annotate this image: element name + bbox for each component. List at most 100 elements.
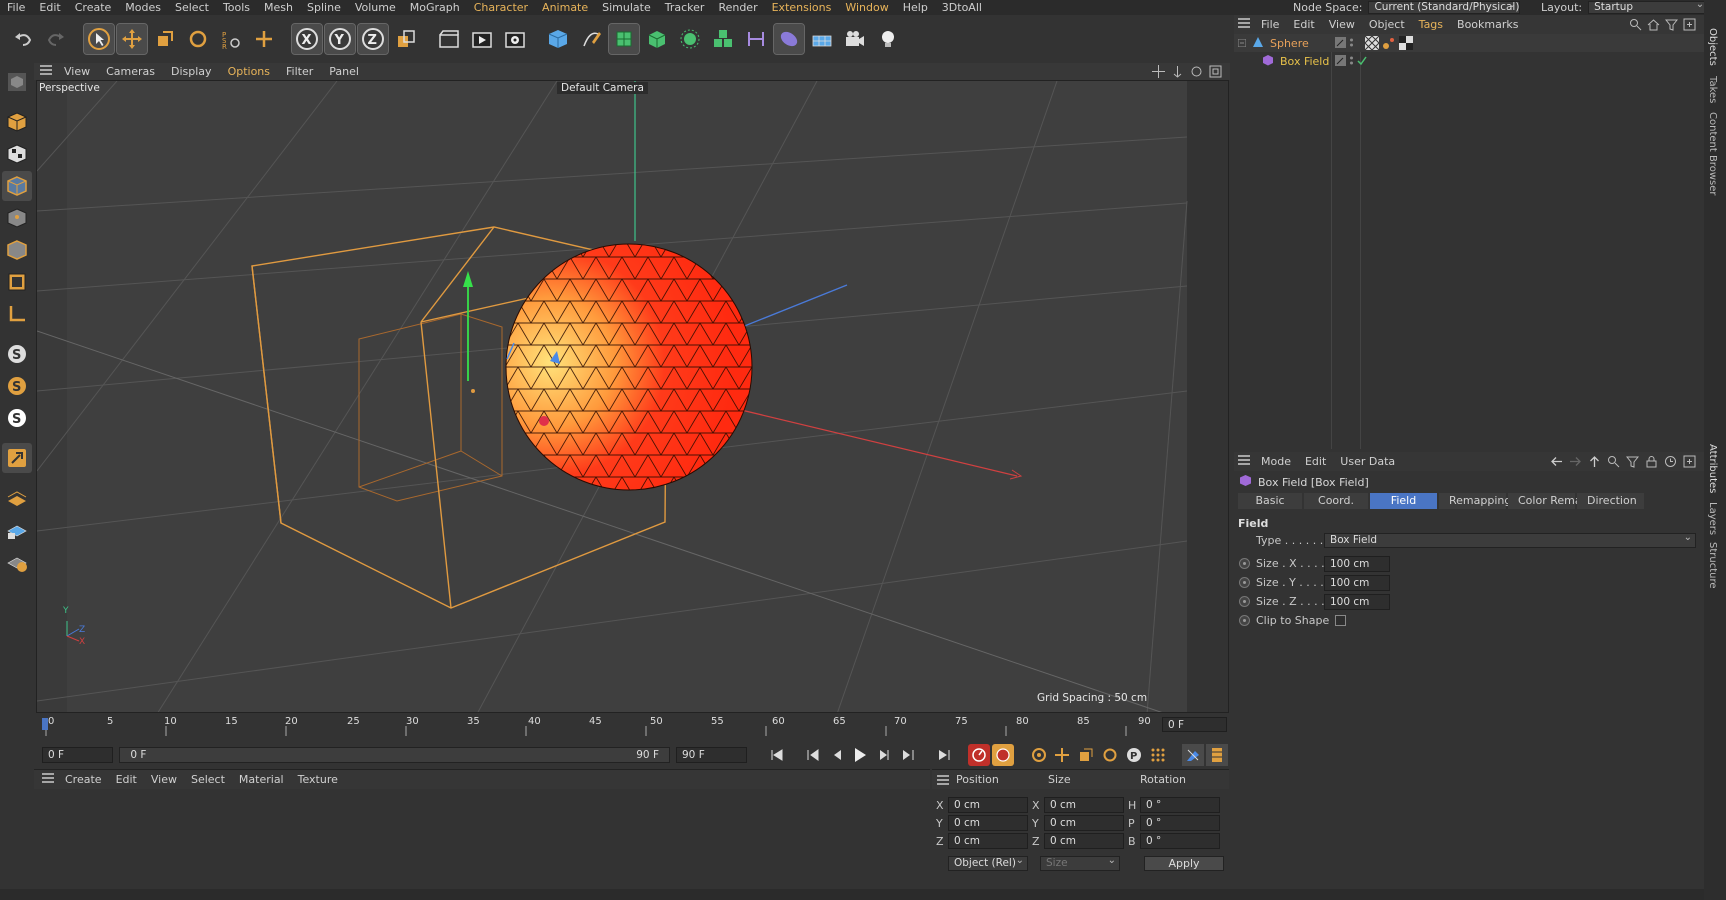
position-z-field[interactable]: 0 cm	[948, 833, 1028, 849]
key-parameter-icon[interactable]: P	[1123, 744, 1145, 766]
objects-menu-view[interactable]: View	[1322, 18, 1362, 31]
key-position-icon[interactable]	[1052, 744, 1074, 766]
menu-character[interactable]: Character	[467, 0, 535, 15]
size-y-input[interactable]: 100 cm	[1324, 574, 1390, 591]
cube-object-icon[interactable]	[543, 24, 573, 54]
filter-icon[interactable]	[1626, 455, 1639, 468]
objects-menu-edit[interactable]: Edit	[1286, 18, 1321, 31]
objects-menu-bookmarks[interactable]: Bookmarks	[1450, 18, 1525, 31]
layout-select[interactable]: Startup	[1588, 0, 1709, 14]
viewport-menu-display[interactable]: Display	[163, 65, 220, 78]
render-picture-viewer-icon[interactable]	[467, 24, 497, 54]
next-key-icon[interactable]	[897, 744, 919, 766]
key-rotation-icon[interactable]	[1099, 744, 1121, 766]
keyframe-radio-icon[interactable]	[1239, 577, 1250, 588]
side-tab-content-browser[interactable]: Content Browser	[1707, 112, 1718, 195]
search-icon[interactable]	[1629, 18, 1642, 31]
workplane-snap-icon[interactable]: S	[2, 403, 32, 433]
tab-remapping[interactable]: Remapping	[1439, 493, 1511, 509]
pen-spline-icon[interactable]	[576, 24, 606, 54]
menu-mograph[interactable]: MoGraph	[403, 0, 467, 15]
clip-to-shape-checkbox[interactable]	[1335, 615, 1347, 626]
node-space-select[interactable]: Current (Standard/Physical)	[1368, 0, 1521, 14]
size-z-input[interactable]: 100 cm	[1324, 593, 1390, 610]
scale-tool-icon[interactable]	[150, 24, 180, 54]
forward-arrow-icon[interactable]	[1569, 455, 1582, 468]
new-window-icon[interactable]	[1683, 455, 1696, 468]
hamburger-icon[interactable]	[937, 775, 949, 788]
object-row-sphere[interactable]: Sphere	[1234, 34, 1704, 52]
keyframe-radio-icon[interactable]	[1239, 615, 1250, 626]
redo-icon[interactable]	[41, 24, 71, 54]
timeline-ruler[interactable]: 0 5 10 15 20 25 30 35 40 45 50 55 60 65 …	[36, 714, 1229, 736]
menu-tracker[interactable]: Tracker	[658, 0, 712, 15]
size-z-field[interactable]: 0 cm	[1044, 833, 1124, 849]
coordinate-mode-select[interactable]: Object (Rel)	[948, 854, 1028, 871]
edges-mode-icon[interactable]	[2, 235, 32, 265]
new-window-icon[interactable]	[1683, 18, 1696, 31]
keyframe-radio-icon[interactable]	[1239, 558, 1250, 569]
next-frame-icon[interactable]	[873, 744, 895, 766]
home-icon[interactable]	[1647, 18, 1660, 31]
size-mode-select[interactable]: Size	[1040, 854, 1120, 871]
hamburger-icon[interactable]	[42, 773, 54, 786]
render-view-icon[interactable]	[434, 24, 464, 54]
menu-window[interactable]: Window	[838, 0, 895, 15]
light-icon[interactable]	[873, 24, 903, 54]
film-strip-icon[interactable]	[1206, 744, 1228, 766]
solo-mode-icon[interactable]	[2, 547, 32, 577]
attributes-menu-mode[interactable]: Mode	[1254, 455, 1298, 468]
material-menu-view[interactable]: View	[144, 773, 184, 786]
apply-button[interactable]: Apply	[1144, 856, 1224, 871]
add-tool-icon[interactable]	[249, 24, 279, 54]
menu-mesh[interactable]: Mesh	[257, 0, 300, 15]
objects-menu-file[interactable]: File	[1254, 18, 1286, 31]
cloner-icon[interactable]	[675, 24, 705, 54]
x-axis-lock-icon[interactable]: X	[290, 23, 323, 55]
position-y-field[interactable]: 0 cm	[948, 815, 1028, 831]
start-frame-field[interactable]: 0 F	[42, 747, 114, 763]
up-arrow-icon[interactable]	[1588, 455, 1601, 468]
go-to-start-icon[interactable]	[766, 744, 788, 766]
points-mode-icon[interactable]	[2, 203, 32, 233]
tweak-mode-icon[interactable]	[2, 443, 32, 473]
viewport-menu-cameras[interactable]: Cameras	[98, 65, 163, 78]
undo-icon[interactable]	[8, 24, 38, 54]
mograph-cloner-icon[interactable]	[708, 24, 738, 54]
menu-animate[interactable]: Animate	[535, 0, 595, 15]
search-icon[interactable]	[1607, 455, 1620, 468]
size-x-field[interactable]: 0 cm	[1044, 797, 1124, 813]
snap-settings-icon[interactable]: S	[2, 371, 32, 401]
material-menu-create[interactable]: Create	[58, 773, 109, 786]
visibility-dots-icon[interactable]	[1349, 37, 1354, 48]
menu-select[interactable]: Select	[168, 0, 216, 15]
side-tab-takes[interactable]: Takes	[1707, 76, 1718, 103]
menu-spline[interactable]: Spline	[300, 0, 348, 15]
model-mode-icon[interactable]	[2, 107, 32, 137]
go-to-end-icon[interactable]	[933, 744, 955, 766]
extrude-icon[interactable]	[642, 24, 672, 54]
side-tab-attributes[interactable]: Attributes	[1707, 444, 1718, 493]
objects-menu-object[interactable]: Object	[1362, 18, 1412, 31]
menu-create[interactable]: Create	[68, 0, 119, 15]
hamburger-icon[interactable]	[1238, 455, 1250, 468]
menu-edit[interactable]: Edit	[32, 0, 67, 15]
timeline-settings-icon[interactable]	[1182, 744, 1205, 766]
side-tab-objects[interactable]: Objects	[1707, 28, 1718, 66]
hamburger-icon[interactable]	[40, 65, 52, 78]
key-scale-icon[interactable]	[1075, 744, 1097, 766]
make-editable-icon[interactable]	[2, 67, 32, 97]
menu-modes[interactable]: Modes	[118, 0, 168, 15]
rotation-h-field[interactable]: 0 °	[1140, 797, 1220, 813]
zoom-view-icon[interactable]	[1171, 65, 1184, 78]
hamburger-icon[interactable]	[1238, 18, 1250, 31]
locked-workplane-icon[interactable]	[2, 515, 32, 545]
subdivision-surface-icon[interactable]	[607, 23, 640, 55]
key-point-level-icon[interactable]	[1147, 744, 1169, 766]
rotate-tool-icon[interactable]	[183, 24, 213, 54]
deformer-icon[interactable]	[741, 24, 771, 54]
floor-environment-icon[interactable]	[807, 24, 837, 54]
enabled-check-icon[interactable]	[1357, 55, 1367, 66]
rotation-b-field[interactable]: 0 °	[1140, 833, 1220, 849]
menu-help[interactable]: Help	[896, 0, 935, 15]
